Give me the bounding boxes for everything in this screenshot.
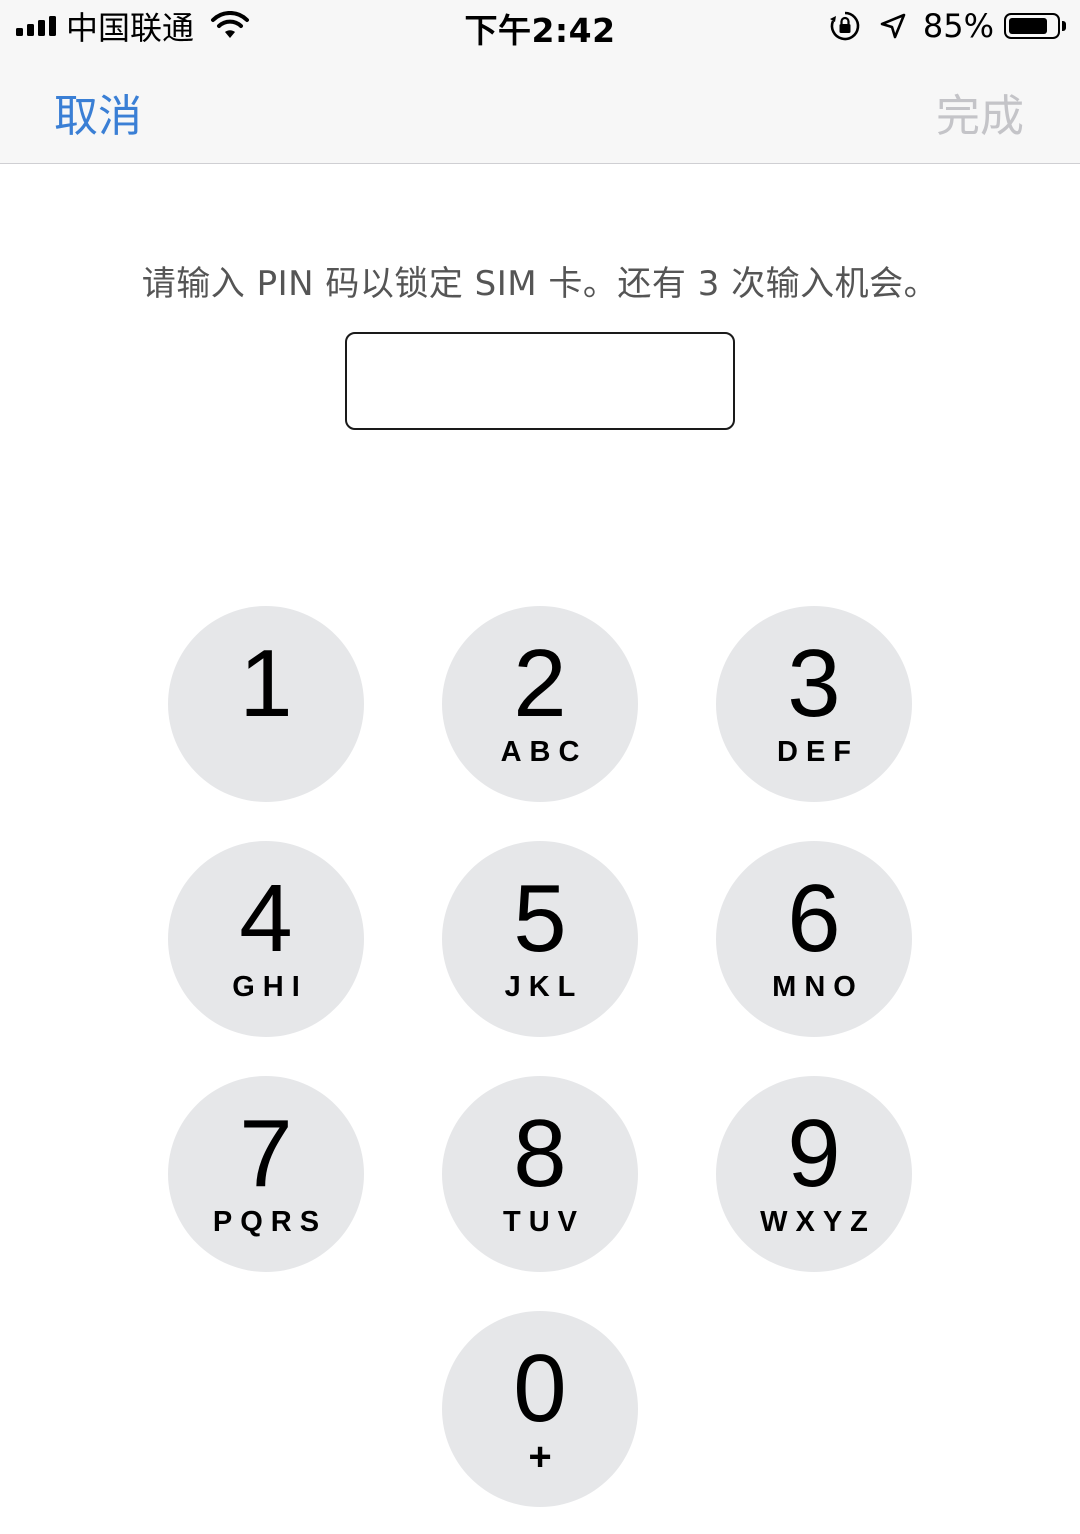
key-1[interactable]: 1 [168,606,364,802]
key-0[interactable]: 0 + [442,1311,638,1507]
key-digit: 2 [513,630,567,737]
status-right: 85% [829,6,1066,46]
key-digit: 6 [787,865,841,972]
key-letters: TUV [503,1206,585,1238]
pin-prompt-text: 请输入 PIN 码以锁定 SIM 卡。还有 3 次输入机会。 [141,264,939,304]
key-plus-label: + [528,1435,552,1479]
key-6[interactable]: 6 MNO [716,841,912,1037]
key-9[interactable]: 9 WXYZ [716,1076,912,1272]
key-letters: DEF [777,736,859,768]
key-8[interactable]: 8 TUV [442,1076,638,1272]
key-digit: 4 [239,865,293,972]
navigation-bar: 取消 完成 [0,52,1080,164]
status-bar: 中国联通 下午2:42 85% [0,0,1080,52]
key-digit: 5 [513,865,567,972]
key-digit: 1 [239,630,293,737]
key-2[interactable]: 2 ABC [442,606,638,802]
battery-icon [1004,13,1060,39]
battery-cap [1062,21,1066,31]
key-digit: 9 [787,1100,841,1207]
key-3[interactable]: 3 DEF [716,606,912,802]
key-7[interactable]: 7 PQRS [168,1076,364,1272]
battery-percent: 85% [922,7,994,45]
key-letters: GHI [232,971,308,1003]
key-letters: ABC [500,736,588,768]
sim-pin-screen: 中国联通 下午2:42 85% 取消 完成 请输入 PIN 码以锁定 SIM 卡… [0,0,1080,1534]
done-button[interactable]: 完成 [936,80,1024,144]
key-digit: 3 [787,630,841,737]
battery-fill [1009,18,1047,34]
cancel-button[interactable]: 取消 [54,80,142,144]
rotation-lock-icon [829,11,860,41]
key-4[interactable]: 4 GHI [168,841,364,1037]
pin-input[interactable] [345,332,735,430]
key-letters: WXYZ [760,1206,876,1238]
key-letters: PQRS [212,1206,328,1238]
key-5[interactable]: 5 JKL [442,841,638,1037]
key-digit: 0 [513,1335,567,1442]
key-digit: 7 [239,1100,293,1207]
key-letters: JKL [504,971,584,1003]
location-icon [880,13,906,39]
key-letters: MNO [772,971,864,1003]
key-digit: 8 [513,1100,567,1207]
